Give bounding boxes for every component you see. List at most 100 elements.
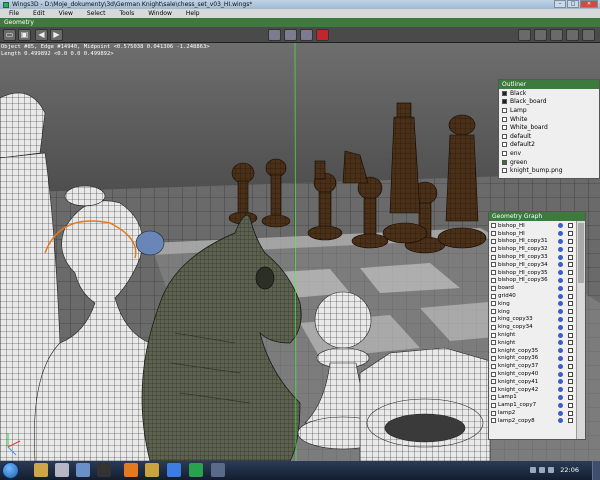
lock-icon[interactable] bbox=[568, 363, 573, 369]
visibility-eye-icon[interactable] bbox=[558, 332, 563, 338]
body-select-mode-icon[interactable] bbox=[316, 29, 329, 41]
edge-select-mode-icon[interactable] bbox=[284, 29, 297, 41]
geometry-graph-row[interactable]: Lamp1 bbox=[489, 394, 575, 402]
lock-icon[interactable] bbox=[568, 379, 573, 385]
visibility-eye-icon[interactable] bbox=[558, 340, 563, 346]
menu-help[interactable]: Help bbox=[179, 10, 207, 17]
vertex-select-mode-icon[interactable] bbox=[268, 29, 281, 41]
geometry-graph-row[interactable]: knight bbox=[489, 331, 575, 339]
lock-icon[interactable] bbox=[568, 262, 573, 268]
lock-icon[interactable] bbox=[568, 238, 573, 244]
redo-arrow-icon[interactable]: ▶ bbox=[50, 29, 63, 41]
visibility-eye-icon[interactable] bbox=[558, 309, 563, 315]
visibility-eye-icon[interactable] bbox=[558, 238, 563, 244]
geometry-graph-row[interactable]: king_copy33 bbox=[489, 316, 575, 324]
app-icon[interactable] bbox=[97, 463, 111, 477]
geometry-graph-row[interactable]: bishop_HI_copy32 bbox=[489, 245, 575, 253]
geometry-graph-row[interactable]: knight bbox=[489, 339, 575, 347]
firefox-icon[interactable] bbox=[124, 463, 138, 477]
visibility-eye-icon[interactable] bbox=[558, 277, 563, 283]
outliner-item[interactable]: default bbox=[499, 132, 599, 141]
geometry-graph-row[interactable]: king_copy34 bbox=[489, 323, 575, 331]
outliner-item[interactable]: default2 bbox=[499, 141, 599, 150]
outliner-title[interactable]: Outliner bbox=[499, 80, 599, 89]
undo-arrow-icon[interactable]: ◀ bbox=[35, 29, 48, 41]
lock-icon[interactable] bbox=[568, 270, 573, 276]
geometry-graph-row[interactable]: bishop_HI_copy31 bbox=[489, 238, 575, 246]
geometry-graph-scrollbar[interactable] bbox=[576, 221, 585, 439]
wireframe-view-icon[interactable] bbox=[566, 29, 579, 41]
geometry-graph-row[interactable]: bishop_HI_copy36 bbox=[489, 277, 575, 285]
file-manager-icon[interactable] bbox=[76, 463, 90, 477]
visibility-eye-icon[interactable] bbox=[558, 293, 563, 299]
visibility-eye-icon[interactable] bbox=[558, 387, 563, 393]
lock-icon[interactable] bbox=[568, 371, 573, 377]
outliner-item[interactable]: knight_bump.png bbox=[499, 166, 599, 175]
visibility-eye-icon[interactable] bbox=[558, 402, 563, 408]
geometry-graph-row[interactable]: knight_copy35 bbox=[489, 347, 575, 355]
folder-icon[interactable] bbox=[145, 463, 159, 477]
lock-icon[interactable] bbox=[568, 387, 573, 393]
lock-icon[interactable] bbox=[568, 332, 573, 338]
geometry-graph-row[interactable]: bishop_HI_copy33 bbox=[489, 253, 575, 261]
outliner-item[interactable]: green bbox=[499, 158, 599, 167]
open-file-icon[interactable]: ▭ bbox=[3, 29, 16, 41]
visibility-eye-icon[interactable] bbox=[558, 262, 563, 268]
visibility-eye-icon[interactable] bbox=[558, 371, 563, 377]
visibility-eye-icon[interactable] bbox=[558, 363, 563, 369]
lock-icon[interactable] bbox=[568, 340, 573, 346]
wings3d-task-icon[interactable] bbox=[189, 463, 203, 477]
volume-icon[interactable] bbox=[539, 467, 545, 473]
visibility-eye-icon[interactable] bbox=[558, 394, 563, 400]
geometry-graph-title[interactable]: Geometry Graph bbox=[489, 212, 585, 221]
outliner-item[interactable]: env bbox=[499, 149, 599, 158]
lock-icon[interactable] bbox=[568, 348, 573, 354]
visibility-eye-icon[interactable] bbox=[558, 355, 563, 361]
visibility-eye-icon[interactable] bbox=[558, 324, 563, 330]
outliner-item[interactable]: Black_board bbox=[499, 98, 599, 107]
visibility-eye-icon[interactable] bbox=[558, 301, 563, 307]
geometry-graph-row[interactable]: Lamp1_copy7 bbox=[489, 401, 575, 409]
visibility-eye-icon[interactable] bbox=[558, 348, 563, 354]
lock-icon[interactable] bbox=[568, 402, 573, 408]
visibility-eye-icon[interactable] bbox=[558, 270, 563, 276]
menu-tools[interactable]: Tools bbox=[112, 10, 141, 17]
outliner-item[interactable]: White_board bbox=[499, 123, 599, 132]
desktop-icon[interactable] bbox=[55, 463, 69, 477]
flag-icon[interactable] bbox=[548, 467, 554, 473]
lock-icon[interactable] bbox=[568, 231, 573, 237]
outliner-item[interactable]: White bbox=[499, 115, 599, 124]
menu-edit[interactable]: Edit bbox=[26, 10, 52, 17]
start-button[interactable] bbox=[2, 462, 19, 479]
lock-icon[interactable] bbox=[568, 394, 573, 400]
visibility-eye-icon[interactable] bbox=[558, 285, 563, 291]
geometry-graph-row[interactable]: knight_copy41 bbox=[489, 378, 575, 386]
geometry-graph-row[interactable]: board bbox=[489, 284, 575, 292]
minimize-button[interactable]: – bbox=[554, 0, 566, 8]
perspective-cube-icon[interactable] bbox=[534, 29, 547, 41]
geometry-graph-row[interactable]: knight_copy37 bbox=[489, 362, 575, 370]
lock-icon[interactable] bbox=[568, 223, 573, 229]
axes-view-icon[interactable] bbox=[582, 29, 595, 41]
ground-plane-icon[interactable] bbox=[518, 29, 531, 41]
geometry-graph-row[interactable]: knight_copy42 bbox=[489, 386, 575, 394]
lock-icon[interactable] bbox=[568, 301, 573, 307]
explorer-icon[interactable] bbox=[34, 463, 48, 477]
geometry-graph-row[interactable]: bishop_HI_copy34 bbox=[489, 261, 575, 269]
browser-icon[interactable] bbox=[167, 463, 181, 477]
lock-icon[interactable] bbox=[568, 324, 573, 330]
geometry-graph-row[interactable]: knight_copy36 bbox=[489, 355, 575, 363]
geometry-graph-row[interactable]: bishop_HI bbox=[489, 222, 575, 230]
visibility-eye-icon[interactable] bbox=[558, 231, 563, 237]
visibility-eye-icon[interactable] bbox=[558, 254, 563, 260]
geometry-graph-row[interactable]: knight_copy40 bbox=[489, 370, 575, 378]
visibility-eye-icon[interactable] bbox=[558, 379, 563, 385]
menu-view[interactable]: View bbox=[52, 10, 80, 17]
outliner-item[interactable]: Lamp bbox=[499, 106, 599, 115]
lock-icon[interactable] bbox=[568, 277, 573, 283]
lock-icon[interactable] bbox=[568, 418, 573, 424]
lock-icon[interactable] bbox=[568, 309, 573, 315]
lock-icon[interactable] bbox=[568, 410, 573, 416]
smooth-preview-icon[interactable] bbox=[550, 29, 563, 41]
network-icon[interactable] bbox=[530, 467, 536, 473]
